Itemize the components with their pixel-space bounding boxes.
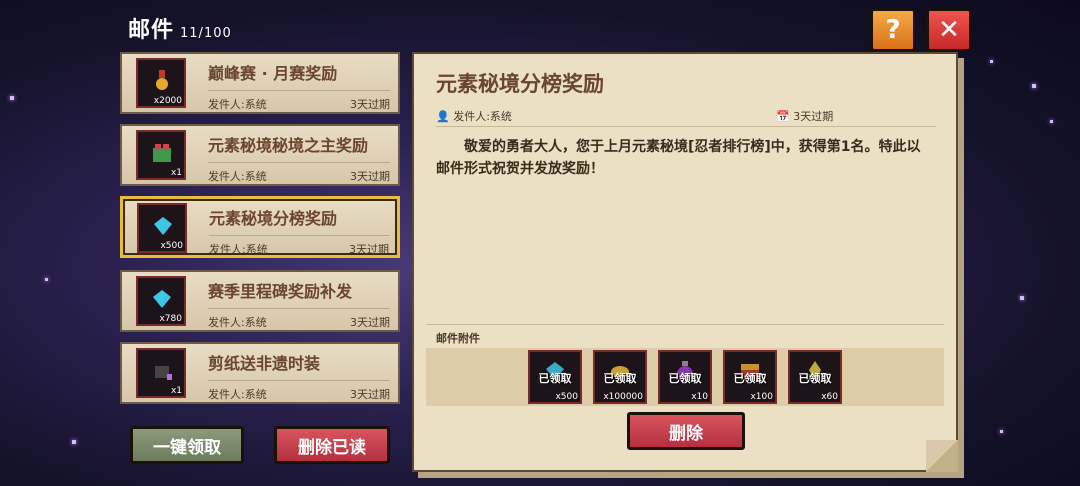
calendar-icon: 📅	[776, 110, 790, 123]
detail-expire: 📅 3天过期	[776, 108, 833, 124]
attachment-item[interactable]: 已领取 x100	[723, 350, 777, 404]
mail-thumbnail: x780	[136, 276, 186, 326]
mail-thumbnail: x1	[136, 348, 186, 398]
title-text: 邮件	[128, 18, 175, 43]
divider	[208, 162, 390, 163]
mail-thumbnail: x2000	[136, 58, 186, 108]
detail-body: 敬爱的勇者大人，您于上月元素秘境[忍者排行榜]中，获得第1名。特此以邮件形式祝贺…	[436, 139, 921, 177]
sender-icon: 👤	[436, 110, 450, 123]
star-decoration	[990, 60, 993, 63]
mail-expire: 3天过期	[349, 243, 389, 256]
attachment-item[interactable]: 已领取 x100000	[593, 350, 647, 404]
mail-sender: 发件人:系统	[208, 170, 267, 183]
divider	[208, 90, 390, 91]
divider	[209, 235, 389, 236]
mail-expire: 3天过期	[350, 98, 390, 111]
mail-title: 巅峰赛 · 月赛奖励	[208, 64, 338, 83]
attachment-item[interactable]: 已领取 x10	[658, 350, 712, 404]
item-count: x60	[821, 392, 838, 402]
mail-title: 元素秘境秘境之主奖励	[208, 136, 369, 155]
delete-button[interactable]: 删除	[627, 412, 745, 450]
mail-item[interactable]: x2000 巅峰赛 · 月赛奖励 发件人:系统 3天过期	[120, 52, 400, 114]
detail-sender: 👤 发件人:系统	[436, 108, 512, 124]
mail-expire: 3天过期	[350, 316, 390, 329]
item-count: x500	[160, 241, 183, 251]
mail-sender: 发件人:系统	[208, 316, 267, 329]
star-decoration	[72, 440, 76, 444]
attachment-item[interactable]: 已领取 x500	[528, 350, 582, 404]
item-count: x780	[159, 314, 182, 324]
item-count: x100	[750, 392, 773, 402]
page-fold-decoration	[926, 440, 958, 472]
claimed-status: 已领取	[603, 372, 637, 385]
mail-item[interactable]: x1 剪纸送非遗时装 发件人:系统 3天过期	[120, 342, 400, 404]
detail-meta: 👤 发件人:系统 📅 3天过期	[436, 108, 936, 127]
diamond-icon	[153, 290, 171, 308]
mail-item-selected[interactable]: x500 元素秘境分榜奖励 发件人:系统 3天过期	[120, 196, 400, 258]
claimed-status: 已领取	[668, 372, 702, 385]
star-decoration	[1032, 84, 1036, 88]
star-decoration	[10, 96, 14, 100]
mail-expire: 3天过期	[350, 170, 390, 183]
mail-item[interactable]: x1 元素秘境秘境之主奖励 发件人:系统 3天过期	[120, 124, 400, 186]
divider	[208, 308, 390, 309]
costume-icon	[155, 366, 172, 380]
star-decoration	[1050, 120, 1053, 123]
mail-sender: 发件人:系统	[209, 243, 268, 256]
divider	[208, 380, 390, 381]
mail-thumbnail: x1	[136, 130, 186, 180]
mail-thumbnail: x500	[137, 203, 187, 253]
divider	[426, 324, 944, 325]
mail-detail-panel: 元素秘境分榜奖励 👤 发件人:系统 📅 3天过期 敬爱的勇者大人，您于上月元素秘…	[412, 52, 958, 472]
detail-expire-text: 3天过期	[793, 110, 834, 123]
close-button[interactable]: ✕	[926, 8, 972, 52]
diamond-icon	[154, 217, 172, 235]
medal-icon	[156, 70, 168, 90]
mail-sender: 发件人:系统	[208, 98, 267, 111]
detail-sender-text: 发件人:系统	[453, 110, 512, 123]
item-count: x100000	[603, 392, 643, 402]
star-decoration	[1020, 296, 1024, 300]
mail-list[interactable]: x2000 巅峰赛 · 月赛奖励 发件人:系统 3天过期 x1 元素秘境秘境之主…	[120, 52, 402, 406]
page-title: 邮件 11/100	[128, 12, 232, 44]
detail-title: 元素秘境分榜奖励	[436, 72, 604, 96]
help-button[interactable]: ?	[870, 8, 916, 52]
claimed-status: 已领取	[733, 372, 767, 385]
attachment-item[interactable]: 已领取 x60	[788, 350, 842, 404]
mail-title: 赛季里程碑奖励补发	[208, 282, 353, 301]
attachments-label: 邮件附件	[436, 332, 480, 345]
item-count: x10	[691, 392, 708, 402]
item-count: x500	[555, 392, 578, 402]
delete-read-button[interactable]: 删除已读	[274, 426, 390, 464]
frog-avatar-icon	[153, 144, 171, 162]
mail-item[interactable]: x780 赛季里程碑奖励补发 发件人:系统 3天过期	[120, 270, 400, 332]
mail-title: 元素秘境分榜奖励	[209, 209, 338, 228]
mail-sender: 发件人:系统	[208, 388, 267, 401]
mail-title: 剪纸送非遗时装	[208, 354, 321, 373]
mail-count: 11/100	[180, 26, 232, 41]
mail-expire: 3天过期	[350, 388, 390, 401]
star-decoration	[1000, 430, 1003, 433]
item-count: x2000	[153, 96, 182, 106]
star-decoration	[45, 278, 48, 281]
item-count: x1	[170, 386, 182, 396]
claimed-status: 已领取	[538, 372, 572, 385]
item-count: x1	[170, 168, 182, 178]
claim-all-button[interactable]: 一键领取	[130, 426, 244, 464]
claimed-status: 已领取	[798, 372, 832, 385]
